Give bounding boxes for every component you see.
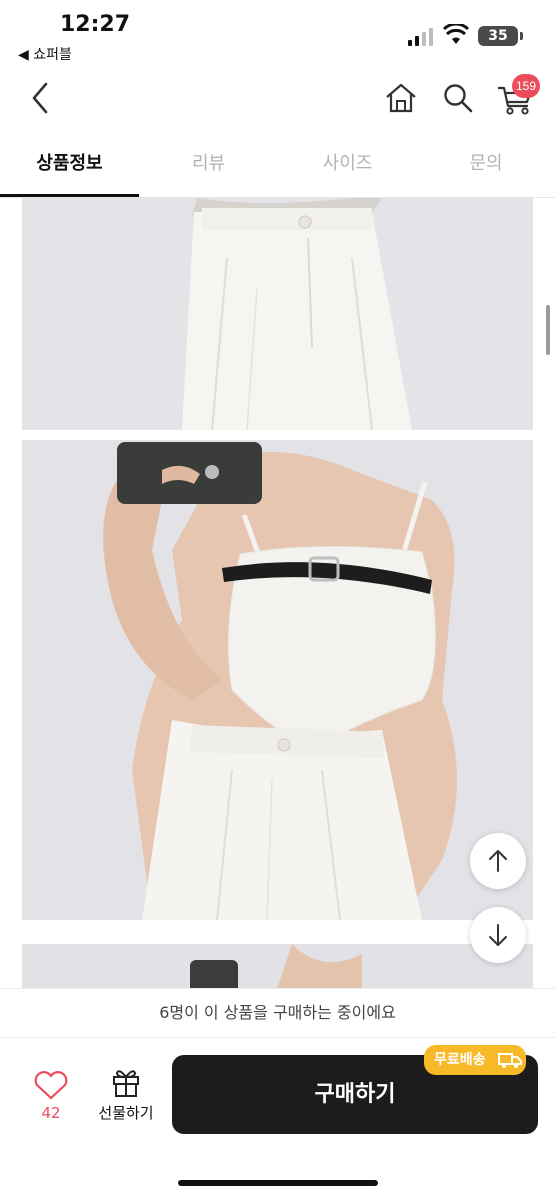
status-bar: 12:27 ◀ 쇼퍼블 35 — [0, 0, 555, 70]
scroll-to-top-button[interactable] — [470, 833, 526, 889]
scrollbar-thumb[interactable] — [546, 305, 550, 355]
signal-icon — [408, 28, 434, 46]
battery-tip — [520, 32, 523, 40]
search-icon[interactable] — [442, 82, 474, 114]
battery-indicator: 35 — [478, 26, 518, 46]
status-time: 12:27 — [60, 12, 131, 37]
back-chevron-icon[interactable] — [26, 80, 56, 116]
wifi-icon — [443, 24, 469, 44]
tab-inquiry[interactable]: 문의 — [417, 140, 555, 198]
product-image-bustier-top — [22, 440, 533, 920]
heart-icon — [34, 1071, 68, 1100]
back-to-app-link[interactable]: ◀ 쇼퍼블 — [18, 44, 72, 64]
tab-product-info[interactable]: 상품정보 — [0, 140, 139, 198]
product-image-trousers — [22, 198, 533, 430]
like-count: 42 — [41, 1104, 61, 1122]
gift-icon — [113, 1070, 139, 1097]
home-indicator — [178, 1180, 378, 1186]
tab-size[interactable]: 사이즈 — [278, 140, 417, 198]
cart-count-badge: 159 — [512, 74, 541, 98]
tab-reviews[interactable]: 리뷰 — [139, 140, 278, 198]
scroll-to-bottom-button[interactable] — [470, 907, 526, 963]
active-tab-indicator — [0, 194, 139, 197]
product-tabs: 상품정보 리뷰 사이즈 문의 — [0, 140, 555, 198]
buying-now-notice: 6명이 이 상품을 구매하는 중이에요 — [0, 988, 555, 1038]
truck-icon — [498, 1053, 522, 1068]
arrow-down-icon — [489, 924, 507, 946]
gift-label: 선물하기 — [98, 1104, 154, 1122]
home-icon[interactable] — [384, 82, 418, 114]
arrow-up-icon — [489, 850, 507, 872]
